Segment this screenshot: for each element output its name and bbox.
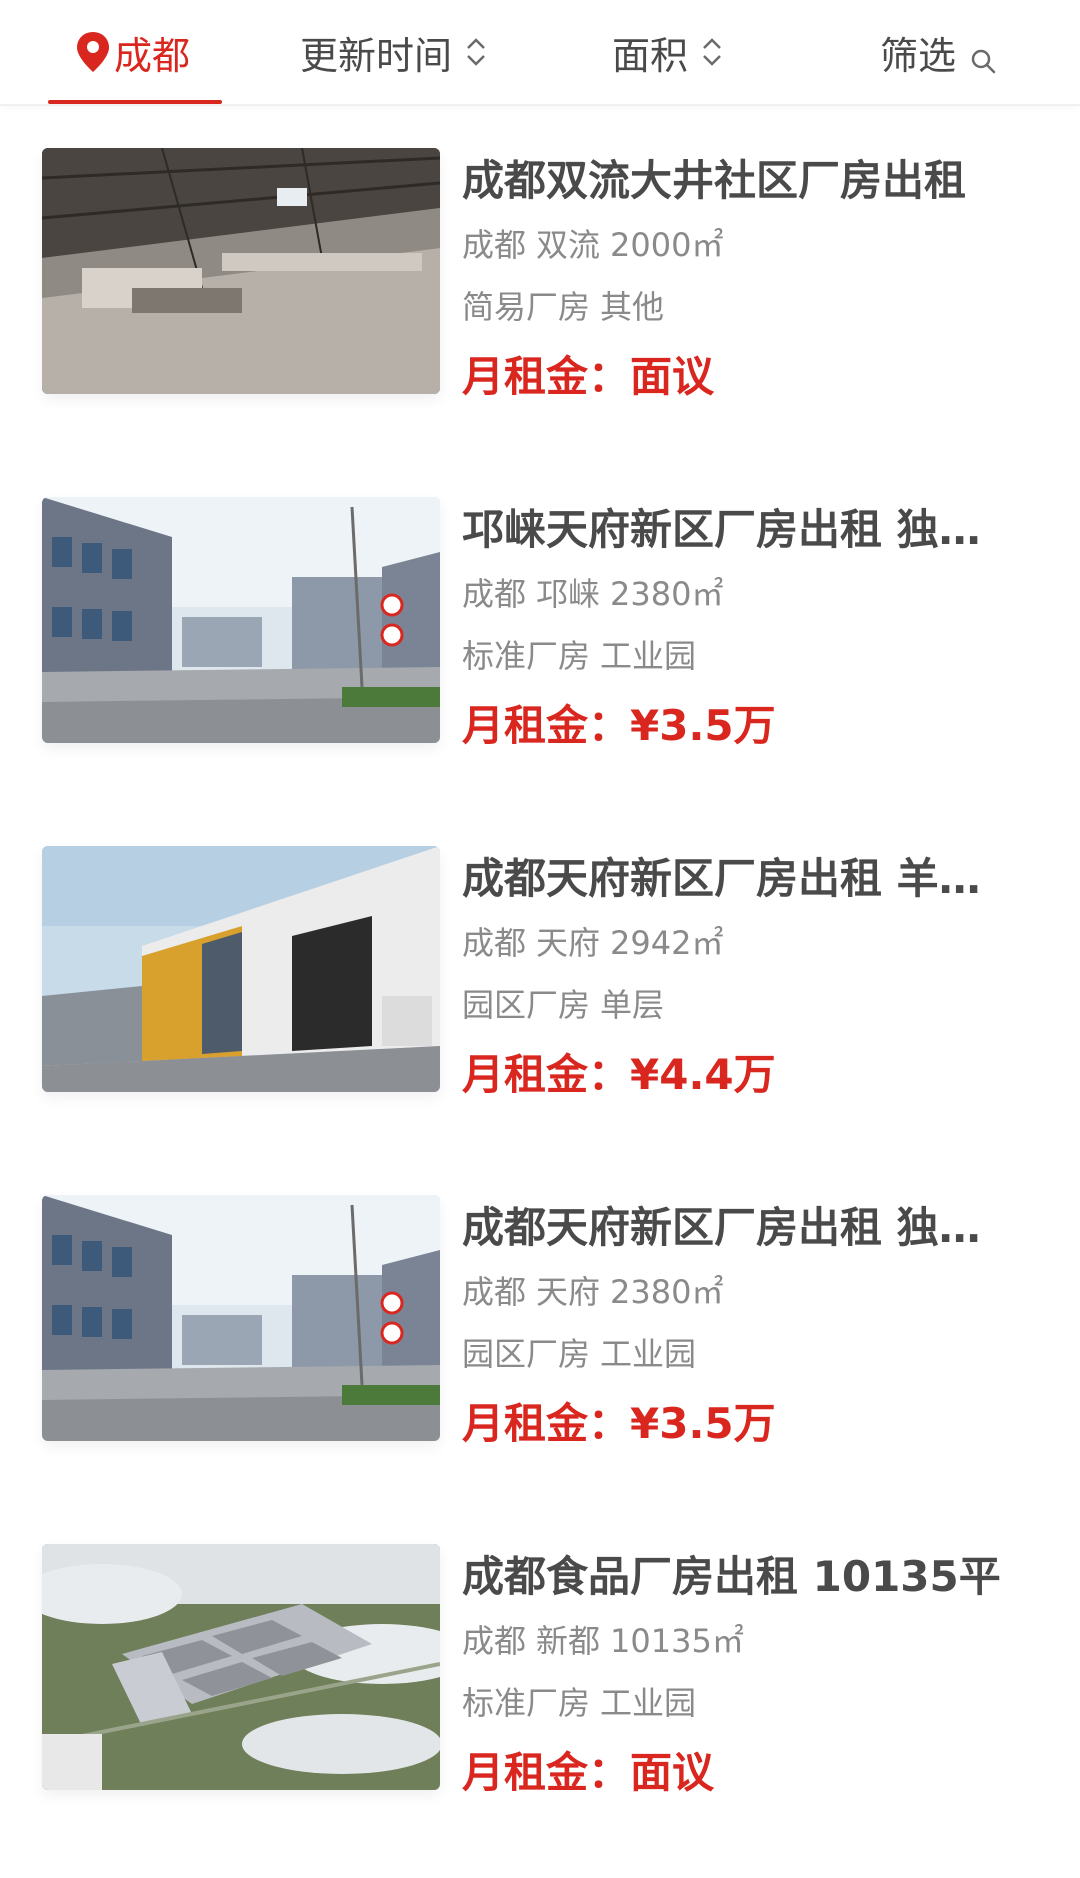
listing-type: 标准厂房 bbox=[462, 637, 591, 675]
sort-update-time[interactable]: 更新时间 bbox=[300, 0, 488, 104]
rent-label: 月租金： bbox=[462, 1050, 631, 1099]
listing-rent: 月租金：面议 bbox=[462, 1742, 1022, 1804]
rent-value: 面议 bbox=[630, 352, 715, 401]
listing-district: 天府 bbox=[536, 1273, 601, 1311]
listing-type: 标准厂房 bbox=[462, 1684, 591, 1722]
listing-location-area: 成都 新都 10135㎡ bbox=[462, 1610, 1022, 1672]
listing-type: 园区厂房 bbox=[462, 986, 591, 1024]
listing-location-area: 成都 双流 2000㎡ bbox=[462, 214, 1022, 276]
listing-area: 2942㎡ bbox=[610, 924, 724, 962]
rent-label: 月租金： bbox=[462, 1399, 631, 1448]
listing-photo-aerial-rendering[interactable] bbox=[42, 1544, 440, 1790]
listing-district: 邛崃 bbox=[536, 575, 601, 613]
listing-city: 成都 bbox=[462, 924, 527, 962]
listing-category: 工业园 bbox=[600, 1335, 697, 1373]
listing-city: 成都 bbox=[462, 226, 527, 264]
rent-value: 面议 bbox=[630, 1748, 715, 1797]
listing-photo-industrial-park-street[interactable] bbox=[42, 1195, 440, 1441]
listing-city: 成都 bbox=[462, 1273, 527, 1311]
listing-tags: 标准厂房 工业园 bbox=[462, 1672, 1022, 1734]
filter-button[interactable]: 筛选 bbox=[880, 0, 996, 104]
sort-area[interactable]: 面积 bbox=[612, 0, 724, 104]
listing-card[interactable]: 成都天府新区厂房出租 羊… 成都 天府 2942㎡ 园区厂房 单层 月租金：¥4.4万 bbox=[0, 802, 1080, 1132]
listing-district: 新都 bbox=[536, 1622, 601, 1660]
listing-rent: 月租金：面议 bbox=[462, 346, 1022, 408]
listing-category: 单层 bbox=[600, 986, 665, 1024]
listing-district: 天府 bbox=[536, 924, 601, 962]
listing-type: 简易厂房 bbox=[462, 288, 591, 326]
listing-info: 成都天府新区厂房出租 独… 成都 天府 2380㎡ 园区厂房 工业园 月租金：¥3.5… bbox=[462, 1195, 1022, 1455]
listing-title[interactable]: 成都天府新区厂房出租 独… bbox=[462, 1195, 1022, 1261]
listing-rent: 月租金：¥4.4万 bbox=[462, 1044, 1022, 1106]
listing-photo-warehouse-interior[interactable] bbox=[42, 148, 440, 394]
listing-category: 工业园 bbox=[600, 1684, 697, 1722]
listing-tags: 园区厂房 工业园 bbox=[462, 1323, 1022, 1385]
city-selector[interactable]: 成都 bbox=[74, 0, 190, 104]
listing-tags: 简易厂房 其他 bbox=[462, 276, 1022, 338]
city-label: 成都 bbox=[114, 33, 191, 78]
rent-value: ¥3.5万 bbox=[630, 701, 776, 750]
listing-tags: 标准厂房 工业园 bbox=[462, 625, 1022, 687]
listing-city: 成都 bbox=[462, 575, 527, 613]
listing-photo-industrial-park-street[interactable] bbox=[42, 497, 440, 743]
listing-rent: 月租金：¥3.5万 bbox=[462, 695, 1022, 757]
rent-label: 月租金： bbox=[462, 701, 631, 750]
listing-area: 10135㎡ bbox=[610, 1622, 744, 1660]
listing-area: 2380㎡ bbox=[610, 1273, 724, 1311]
listing-district: 双流 bbox=[536, 226, 601, 264]
listing-category: 其他 bbox=[600, 288, 665, 326]
listing-card[interactable]: 成都双流大井社区厂房出租 成都 双流 2000㎡ 简易厂房 其他 月租金：面议 bbox=[0, 104, 1080, 434]
listing-title[interactable]: 成都双流大井社区厂房出租 bbox=[462, 148, 1022, 214]
rent-value: ¥4.4万 bbox=[630, 1050, 776, 1099]
filter-label: 筛选 bbox=[880, 33, 957, 78]
listing-info: 成都双流大井社区厂房出租 成都 双流 2000㎡ 简易厂房 其他 月租金：面议 bbox=[462, 148, 1022, 408]
listing-title[interactable]: 成都食品厂房出租 10135平 bbox=[462, 1544, 1022, 1610]
listing-type: 园区厂房 bbox=[462, 1335, 591, 1373]
rent-label: 月租金： bbox=[462, 1748, 631, 1797]
listing-title[interactable]: 成都天府新区厂房出租 羊… bbox=[462, 846, 1022, 912]
listing-title[interactable]: 邛崃天府新区厂房出租 独… bbox=[462, 497, 1022, 563]
rent-value: ¥3.5万 bbox=[630, 1399, 776, 1448]
listing-category: 工业园 bbox=[600, 637, 697, 675]
sort-update-time-label: 更新时间 bbox=[300, 33, 453, 78]
location-pin-icon bbox=[74, 30, 112, 74]
listing-location-area: 成都 邛崃 2380㎡ bbox=[462, 563, 1022, 625]
listing-card[interactable]: 邛崃天府新区厂房出租 独… 成都 邛崃 2380㎡ 标准厂房 工业园 月租金：¥3.5… bbox=[0, 453, 1080, 783]
rent-label: 月租金： bbox=[462, 352, 631, 401]
listing-card[interactable]: 成都天府新区厂房出租 独… 成都 天府 2380㎡ 园区厂房 工业园 月租金：¥3.5… bbox=[0, 1151, 1080, 1481]
sort-arrows-icon bbox=[464, 34, 488, 70]
listing-area: 2000㎡ bbox=[610, 226, 724, 264]
listing-location-area: 成都 天府 2380㎡ bbox=[462, 1261, 1022, 1323]
listing-info: 成都食品厂房出租 10135平 成都 新都 10135㎡ 标准厂房 工业园 月租金：面… bbox=[462, 1544, 1022, 1804]
listing-area: 2380㎡ bbox=[610, 575, 724, 613]
listing-location-area: 成都 天府 2942㎡ bbox=[462, 912, 1022, 974]
sort-arrows-icon bbox=[700, 34, 724, 70]
filter-bar: 成都 更新时间 面积 筛选 bbox=[0, 0, 1080, 106]
sort-area-label: 面积 bbox=[612, 33, 689, 78]
listing-info: 邛崃天府新区厂房出租 独… 成都 邛崃 2380㎡ 标准厂房 工业园 月租金：¥3.5… bbox=[462, 497, 1022, 757]
listing-city: 成都 bbox=[462, 1622, 527, 1660]
search-icon bbox=[970, 39, 996, 74]
listing-card[interactable]: 成都食品厂房出租 10135平 成都 新都 10135㎡ 标准厂房 工业园 月租金：面… bbox=[0, 1500, 1080, 1830]
listing-info: 成都天府新区厂房出租 羊… 成都 天府 2942㎡ 园区厂房 单层 月租金：¥4.4万 bbox=[462, 846, 1022, 1106]
listing-photo-factory-building-exterior[interactable] bbox=[42, 846, 440, 1092]
listing-tags: 园区厂房 单层 bbox=[462, 974, 1022, 1036]
listing-rent: 月租金：¥3.5万 bbox=[462, 1393, 1022, 1455]
